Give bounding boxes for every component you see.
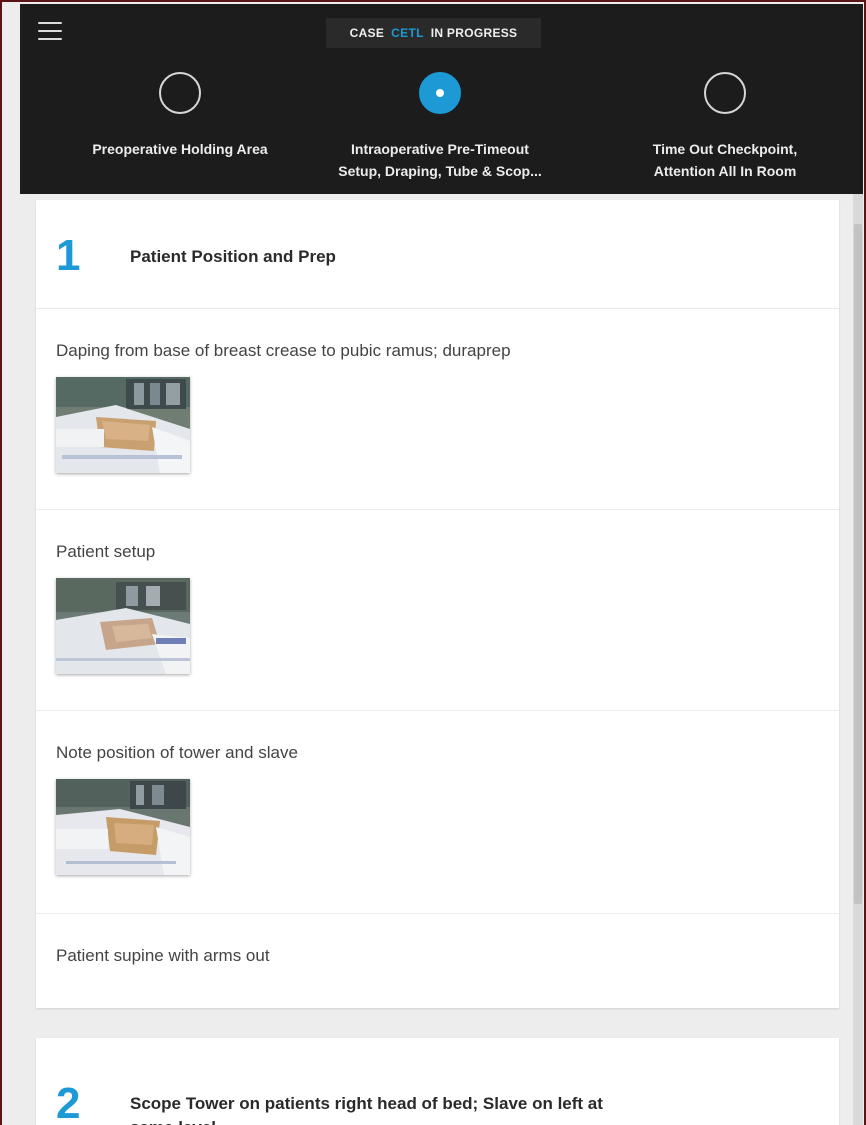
list-item: Patient setup — [36, 510, 839, 711]
step-time-out-checkpoint[interactable]: Time Out Checkpoint, Attention All In Ro… — [595, 72, 855, 182]
top-bar: CASE CETL IN PROGRESS Preoperative Holdi… — [20, 4, 863, 194]
step-current-dot-icon — [419, 72, 461, 114]
step-label: Preoperative Holding Area — [92, 141, 268, 157]
step-intraoperative-pre-timeout[interactable]: Intraoperative Pre-Timeout Setup, Drapin… — [310, 72, 570, 182]
section-number: 1 — [56, 231, 81, 280]
step-circle-icon — [704, 72, 746, 114]
section-title: Scope Tower on patients right head of be… — [130, 1094, 603, 1125]
step-circle-icon — [159, 72, 201, 114]
step-label: Time Out Checkpoint, Attention All In Ro… — [652, 141, 798, 179]
scrollbar-thumb[interactable] — [854, 224, 862, 904]
section-card-2: 2 Scope Tower on patients right head of … — [36, 1038, 839, 1125]
section-header: 1 Patient Position and Prep — [36, 200, 839, 309]
step-preoperative-holding[interactable]: Preoperative Holding Area — [50, 72, 310, 160]
photo-thumbnail[interactable] — [56, 377, 190, 473]
phase-stepper: Preoperative Holding Area Intraoperative… — [20, 4, 863, 194]
vertical-scrollbar[interactable] — [853, 194, 863, 1125]
section-card-1: 1 Patient Position and Prep Daping from … — [36, 200, 839, 1008]
checklist-content: 1 Patient Position and Prep Daping from … — [20, 194, 853, 1125]
section-header: 2 Scope Tower on patients right head of … — [36, 1038, 839, 1125]
section-number: 2 — [56, 1079, 81, 1125]
surgical-photo-image — [56, 578, 190, 674]
list-item: Daping from base of breast crease to pub… — [36, 309, 839, 510]
step-label: Intraoperative Pre-Timeout Setup, Drapin… — [338, 141, 542, 179]
item-text: Patient supine with arms out — [56, 946, 270, 965]
list-item: Note position of tower and slave — [36, 711, 839, 914]
item-text: Daping from base of breast crease to pub… — [56, 341, 511, 360]
item-text: Patient setup — [56, 542, 156, 561]
item-text: Note position of tower and slave — [56, 743, 298, 762]
photo-thumbnail[interactable] — [56, 779, 190, 875]
list-item: Patient supine with arms out — [36, 914, 839, 1010]
surgical-photo-image — [56, 377, 190, 473]
photo-thumbnail[interactable] — [56, 578, 190, 674]
surgical-photo-image — [56, 779, 190, 875]
section-title: Patient Position and Prep — [130, 247, 336, 266]
app-frame: CASE CETL IN PROGRESS Preoperative Holdi… — [0, 0, 866, 1125]
